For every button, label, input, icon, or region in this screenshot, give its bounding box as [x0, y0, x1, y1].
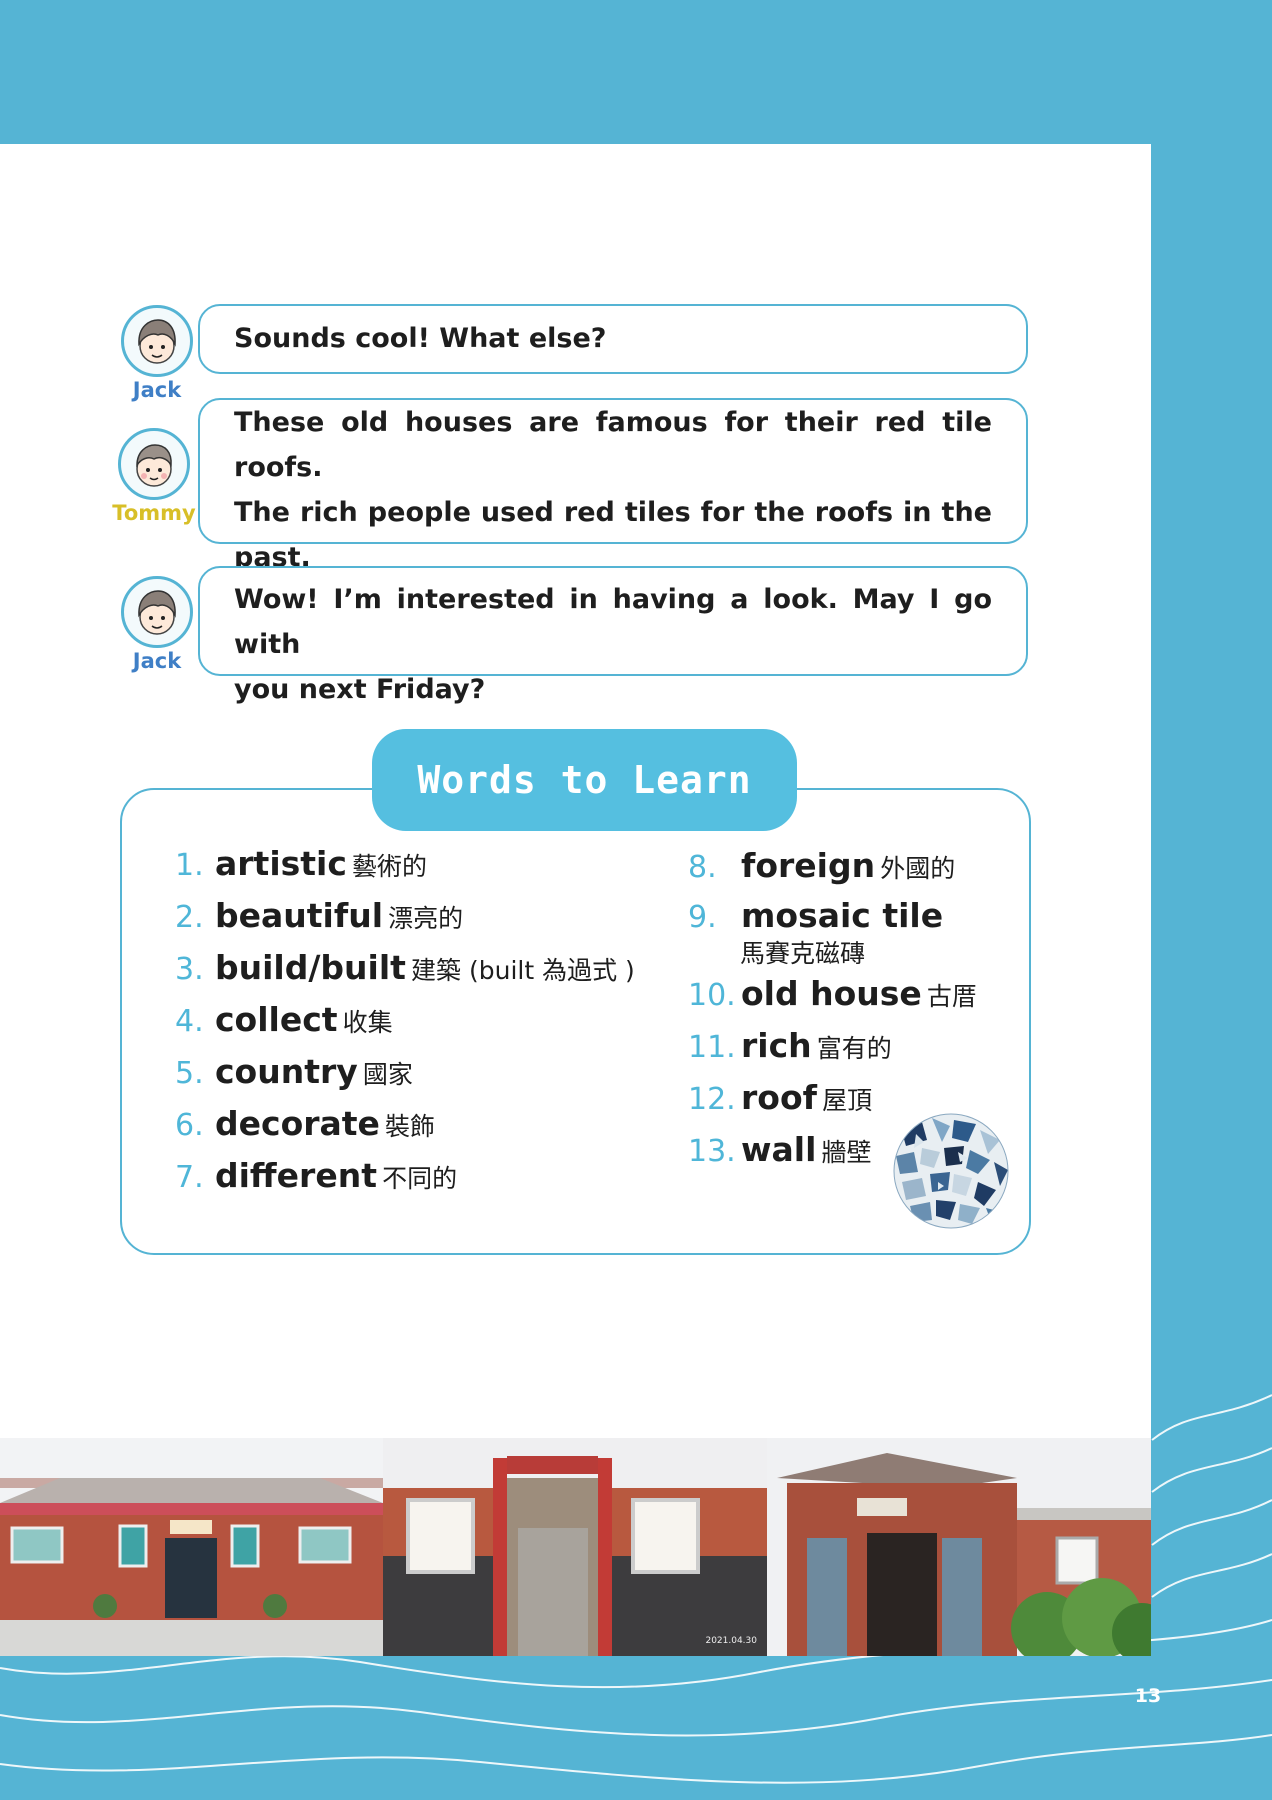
dialogue-line: These old houses are famous for their re… — [234, 407, 992, 483]
vocab-word: old house — [741, 974, 922, 1013]
vocab-word: wall — [741, 1130, 817, 1169]
vocab-item: 6. decorate 裝飾 — [175, 1104, 435, 1143]
vocab-word: rich — [741, 1026, 812, 1065]
vocab-item: 5. country 國家 — [175, 1052, 413, 1091]
vocab-meaning: 漂亮的 — [388, 904, 464, 933]
vocab-meaning: 富有的 — [816, 1034, 892, 1063]
vocab-word: foreign — [741, 846, 876, 885]
vocab-word: country — [215, 1052, 358, 1091]
vocab-meaning: 馬賽克磁磚 — [740, 939, 866, 968]
speaker-name: Jack — [132, 378, 182, 402]
vocab-word: mosaic tile — [741, 896, 944, 935]
vocab-meaning: 牆壁 — [821, 1138, 872, 1167]
vocab-word: artistic — [215, 844, 347, 883]
dialogue-line: you next Friday? — [234, 674, 486, 705]
speaker-jack-2: Jack — [107, 576, 207, 674]
dialogue-line: Wow! I’m interested in having a look. Ma… — [234, 584, 992, 660]
vocab-number: 9. — [688, 900, 717, 935]
vocab-word: different — [215, 1156, 377, 1195]
words-to-learn-title: Words to Learn — [372, 729, 797, 831]
vocab-item: 11. rich 富有的 — [688, 1026, 892, 1065]
photo-red-brick-old-house — [0, 1438, 383, 1656]
dialogue-line: The rich people used red tiles for the r… — [234, 497, 992, 528]
vocab-number: 12. — [688, 1082, 736, 1117]
vocab-meaning: 國家 — [362, 1060, 413, 1089]
vocab-item: 10. old house 古厝 — [688, 974, 977, 1013]
boy-avatar-icon — [121, 576, 193, 648]
vocab-item: 2. beautiful 漂亮的 — [175, 896, 463, 935]
speech-bubble-2: These old houses are famous for their re… — [198, 398, 1028, 573]
vocab-number: 4. — [175, 1004, 204, 1039]
vocab-meaning: 不同的 — [382, 1164, 458, 1193]
boy-avatar-icon — [118, 428, 190, 500]
photo-old-house-gate-garden — [767, 1438, 1151, 1656]
vocab-number: 2. — [175, 900, 204, 935]
vocab-item: 1. artistic 藝術的 — [175, 844, 427, 883]
vocab-word: beautiful — [215, 896, 384, 935]
vocab-meaning: 裝飾 — [385, 1112, 436, 1141]
photo-courtyard-gate: 2021.04.30 — [383, 1438, 767, 1656]
vocab-word: decorate — [215, 1104, 380, 1143]
vocab-item: 9. mosaic tile 馬賽克磁磚 — [688, 896, 944, 968]
vocab-meaning: 屋頂 — [822, 1086, 873, 1115]
speech-bubble-1: Sounds cool! What else? — [198, 304, 1028, 374]
vocab-word: build/built — [215, 948, 406, 987]
vocab-number: 11. — [688, 1030, 736, 1065]
vocab-word: roof — [741, 1078, 817, 1117]
speaker-tommy: Tommy — [104, 428, 204, 526]
vocab-item: 3. build/built 建築 (built 為過式 ) — [175, 948, 635, 987]
vocab-meaning: 古厝 — [926, 982, 977, 1011]
vocab-item: 4. collect 收集 — [175, 1000, 393, 1039]
vocab-meaning: 建築 (built 為過式 ) — [411, 956, 635, 985]
speaker-name: Jack — [132, 649, 182, 673]
page-number: 13 — [1134, 1685, 1162, 1707]
vocab-item: 12. roof 屋頂 — [688, 1078, 872, 1117]
vocab-item: 8. foreign 外國的 — [688, 846, 955, 885]
vocab-number: 3. — [175, 952, 204, 987]
photo-date-caption: 2021.04.30 — [705, 1636, 757, 1646]
vocab-number: 5. — [175, 1056, 204, 1091]
vocab-item: 7. different 不同的 — [175, 1156, 457, 1195]
vocab-number: 6. — [175, 1108, 204, 1143]
speaker-jack-1: Jack — [107, 305, 207, 403]
speech-bubble-3: Wow! I’m interested in having a look. Ma… — [198, 566, 1028, 705]
vocab-number: 1. — [175, 848, 204, 883]
boy-avatar-icon — [121, 305, 193, 377]
vocab-number: 13. — [688, 1134, 736, 1169]
vocab-word: collect — [215, 1000, 338, 1039]
vocab-number: 10. — [688, 978, 736, 1013]
dialogue-line: Sounds cool! What else? — [234, 323, 607, 354]
vocab-meaning: 外國的 — [880, 854, 956, 883]
vocab-number: 7. — [175, 1160, 204, 1195]
vocab-meaning: 藝術的 — [352, 852, 428, 881]
vocab-meaning: 收集 — [342, 1008, 393, 1037]
speaker-name: Tommy — [112, 501, 196, 525]
vocab-item: 13. wall 牆壁 — [688, 1130, 872, 1169]
vocab-number: 8. — [688, 850, 717, 885]
mosaic-tile-icon — [893, 1113, 1009, 1229]
